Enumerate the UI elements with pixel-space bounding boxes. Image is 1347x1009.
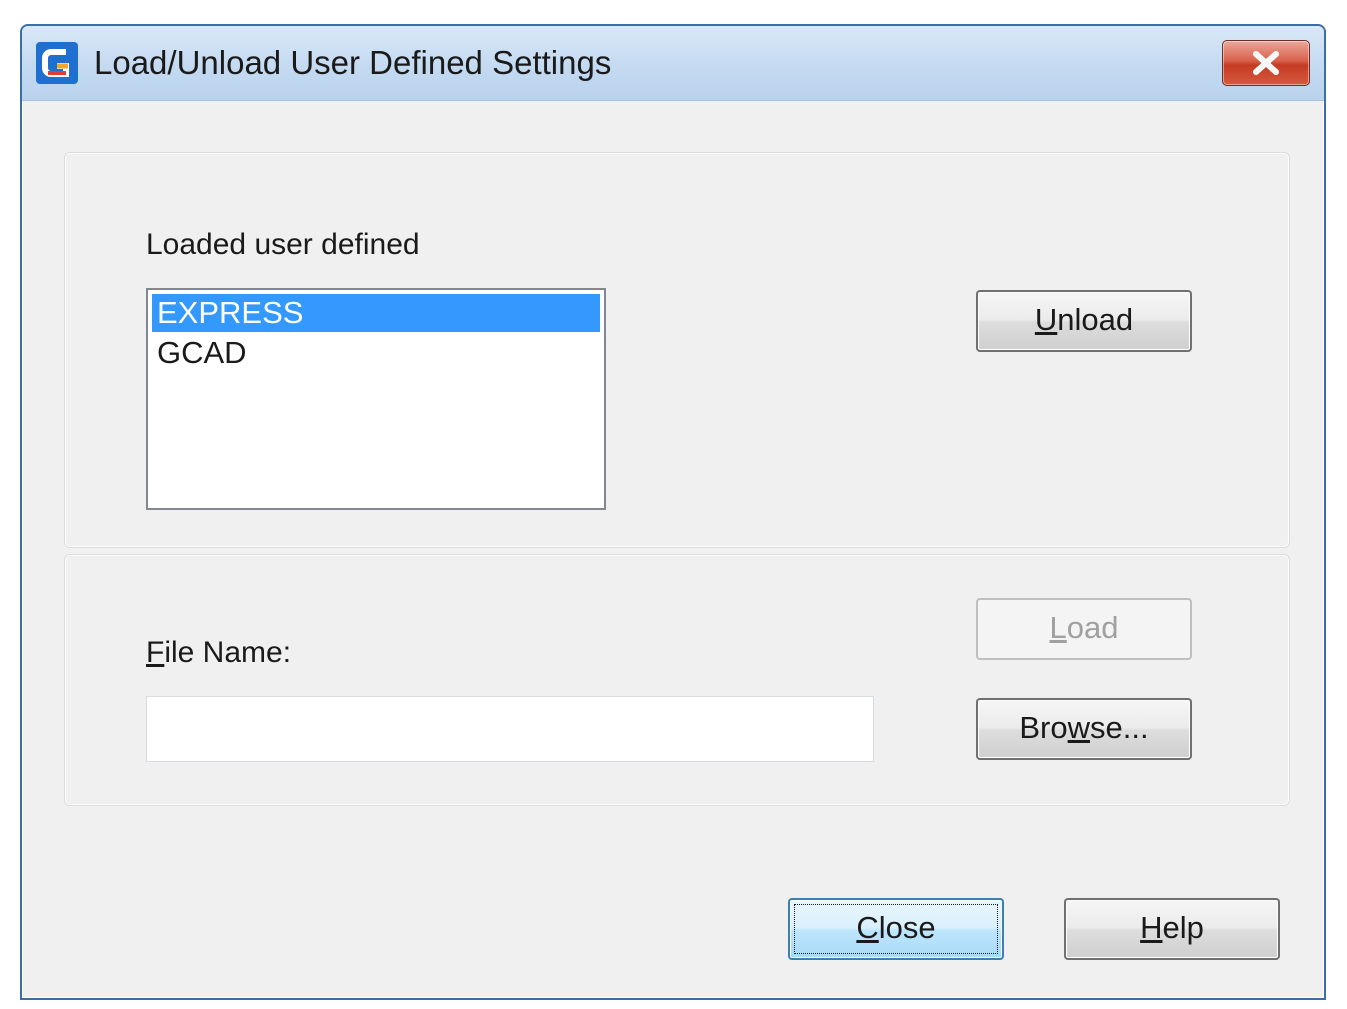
help-label-rest: elp xyxy=(1162,910,1204,945)
unload-mnemonic: U xyxy=(1034,302,1058,337)
file-load-group xyxy=(64,554,1290,806)
load-button[interactable]: Load xyxy=(976,598,1192,660)
loaded-settings-listbox[interactable]: EXPRESS GCAD xyxy=(146,288,606,510)
browse-label-before: Bro xyxy=(1019,710,1068,745)
close-mnemonic: C xyxy=(856,910,879,945)
window-title: Load/Unload User Defined Settings xyxy=(94,44,612,81)
file-name-label-rest: ile Name: xyxy=(164,636,292,669)
close-label-rest: lose xyxy=(878,910,936,945)
file-name-label: File Name: xyxy=(146,636,291,670)
title-bar[interactable]: Load/Unload User Defined Settings xyxy=(22,26,1324,101)
window-close-button[interactable] xyxy=(1222,40,1310,86)
unload-button[interactable]: Unload xyxy=(976,290,1192,352)
close-button[interactable]: Close xyxy=(788,898,1004,960)
unload-label-rest: nload xyxy=(1057,302,1134,337)
help-button[interactable]: Help xyxy=(1064,898,1280,960)
browse-button[interactable]: Browse... xyxy=(976,698,1192,760)
loaded-user-defined-label: Loaded user defined xyxy=(146,228,420,261)
list-item-gcad[interactable]: GCAD xyxy=(152,334,600,372)
load-label-rest: oad xyxy=(1066,610,1119,645)
browse-mnemonic: w xyxy=(1067,710,1091,745)
file-name-mnemonic: F xyxy=(146,636,165,669)
help-mnemonic: H xyxy=(1140,910,1163,945)
dialog-window: Load/Unload User Defined Settings Loaded… xyxy=(20,24,1326,1000)
load-mnemonic: L xyxy=(1049,610,1067,645)
list-item-express[interactable]: EXPRESS xyxy=(152,294,600,332)
browse-label-after: se... xyxy=(1090,710,1149,745)
file-name-input[interactable] xyxy=(146,696,874,762)
gcad-logo-icon xyxy=(36,42,78,84)
